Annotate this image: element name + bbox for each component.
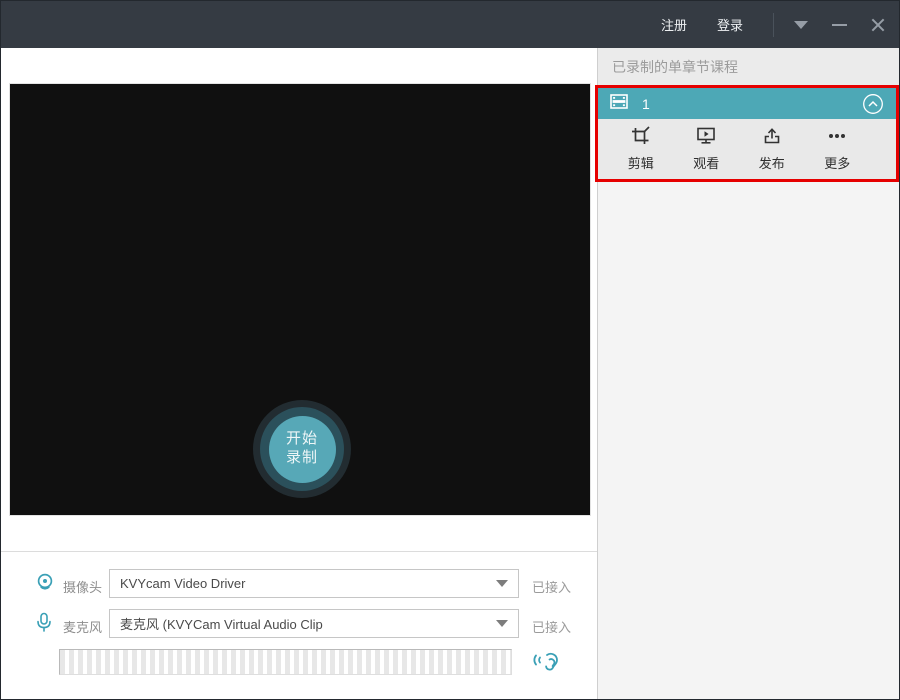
camera-select[interactable]: KVYcam Video Driver xyxy=(109,569,519,598)
upload-icon xyxy=(762,126,782,151)
crop-icon xyxy=(630,126,651,151)
recording-item-title: 1 xyxy=(642,96,650,112)
record-button-ring: 开始 录制 xyxy=(260,407,344,491)
app-window: 注册 登录 开始 录制 摄像头 KVYcam V xyxy=(0,0,900,700)
microphone-icon xyxy=(35,612,53,639)
dropdown-arrow-icon xyxy=(496,620,508,627)
more-dots-icon xyxy=(826,126,848,151)
film-icon xyxy=(610,94,628,114)
recording-item-actions: 剪辑 观看 xyxy=(598,119,896,179)
sidebar-header-title: 已录制的单章节课程 xyxy=(612,57,738,77)
close-button[interactable] xyxy=(871,18,885,32)
collapse-button[interactable] xyxy=(862,93,884,115)
video-preview: 开始 录制 xyxy=(9,83,591,516)
chevron-down-icon[interactable] xyxy=(794,21,808,29)
sidebar: 已录制的单章节课程 1 xyxy=(597,48,899,699)
action-label: 更多 xyxy=(824,153,850,172)
action-label: 剪辑 xyxy=(628,153,654,172)
microphone-status: 已接入 xyxy=(532,617,571,636)
microphone-select[interactable]: 麦克风 (KVYCam Virtual Audio Clip xyxy=(109,609,519,638)
start-record-button[interactable]: 开始 录制 xyxy=(253,400,351,498)
record-button-label-line2: 录制 xyxy=(286,449,318,468)
titlebar: 注册 登录 xyxy=(1,1,899,48)
titlebar-divider xyxy=(773,13,774,37)
camera-select-value: KVYcam Video Driver xyxy=(120,576,245,591)
watch-button[interactable]: 观看 xyxy=(674,126,740,179)
section-divider xyxy=(1,551,598,552)
camera-label: 摄像头 xyxy=(63,577,102,596)
listen-monitor-icon[interactable] xyxy=(529,645,563,682)
camera-status: 已接入 xyxy=(532,577,571,596)
action-label: 观看 xyxy=(693,153,719,172)
watch-icon xyxy=(696,126,716,151)
microphone-label: 麦克风 xyxy=(63,617,102,636)
edit-clip-button[interactable]: 剪辑 xyxy=(608,126,674,179)
microphone-row: 麦克风 麦克风 (KVYCam Virtual Audio Clip 已接入 xyxy=(1,609,598,639)
microphone-select-value: 麦克风 (KVYCam Virtual Audio Clip xyxy=(120,614,323,633)
dropdown-arrow-icon xyxy=(496,580,508,587)
login-button[interactable]: 登录 xyxy=(717,15,743,34)
publish-button[interactable]: 发布 xyxy=(739,126,805,179)
record-button-label-line1: 开始 xyxy=(286,430,318,449)
webcam-icon xyxy=(35,572,55,599)
more-button[interactable]: 更多 xyxy=(805,126,871,179)
annotation-highlight: 1 剪辑 xyxy=(595,85,899,182)
camera-row: 摄像头 KVYcam Video Driver 已接入 xyxy=(1,569,598,599)
recording-item-bar[interactable]: 1 xyxy=(598,88,896,119)
record-button-core: 开始 录制 xyxy=(269,416,336,483)
action-label: 发布 xyxy=(759,153,785,172)
register-button[interactable]: 注册 xyxy=(661,15,687,34)
minimize-button[interactable] xyxy=(832,24,847,26)
audio-level-meter xyxy=(59,649,512,675)
sidebar-header: 已录制的单章节课程 xyxy=(598,48,899,85)
